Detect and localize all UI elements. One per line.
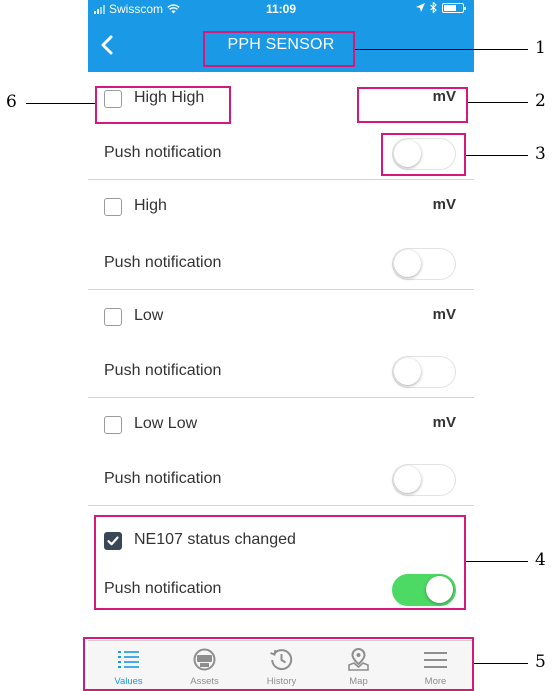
page-title: PPH SENSOR [227, 36, 335, 53]
tab-label: Map [349, 676, 368, 687]
threshold-label: High High [134, 89, 205, 106]
push-row: Push notification [88, 562, 474, 616]
push-notification-toggle[interactable] [392, 248, 456, 280]
sensor-icon [193, 648, 216, 671]
threshold-section-high: High mV Push notification [88, 180, 474, 290]
tab-label: Assets [190, 676, 219, 687]
callout-number-3: 3 [535, 144, 546, 164]
callout-number-5: 5 [535, 652, 546, 672]
leader-line-1 [355, 49, 528, 50]
tab-label: More [424, 676, 447, 687]
callout-number-6: 6 [6, 92, 17, 112]
checkmark-icon [107, 536, 119, 546]
threshold-section-low-low: Low Low mV Push notification [88, 398, 474, 506]
leader-line-4 [466, 561, 528, 562]
callout-number-2: 2 [535, 91, 546, 111]
tab-bar: Values Assets History Map More [88, 640, 474, 691]
nav-bar: PPH SENSOR [88, 18, 474, 72]
tab-label: Values [114, 676, 143, 687]
threshold-checkbox[interactable] [104, 90, 122, 108]
threshold-section-high-high: High High mV Push notification [88, 72, 474, 180]
threshold-checkbox[interactable] [104, 198, 122, 216]
location-arrow-icon [416, 3, 425, 12]
list-icon [118, 651, 139, 668]
push-notification-label: Push notification [104, 470, 222, 487]
phone-screen: Swisscom 11:09 PPH SENSOR High High mV P… [88, 0, 474, 691]
callout-number-1: 1 [535, 38, 546, 58]
push-notification-label: Push notification [104, 254, 222, 271]
threshold-row[interactable]: Low Low mV [88, 398, 474, 452]
status-change-checkbox[interactable] [104, 532, 122, 550]
push-notification-label: Push notification [104, 362, 222, 379]
push-notification-toggle[interactable] [392, 356, 456, 388]
push-notification-toggle[interactable] [392, 464, 456, 496]
threshold-row[interactable]: High mV [88, 180, 474, 234]
tab-more[interactable]: More [397, 641, 474, 691]
push-row: Push notification [88, 452, 474, 506]
status-bar: Swisscom 11:09 [88, 0, 474, 18]
status-icons [416, 2, 466, 13]
map-pin-icon [348, 647, 369, 671]
unit-label: mV [432, 88, 456, 105]
status-change-row[interactable]: NE107 status changed [88, 514, 474, 568]
push-notification-toggle[interactable] [392, 138, 456, 170]
push-notification-label: Push notification [104, 580, 222, 597]
threshold-row[interactable]: High High mV [88, 72, 474, 126]
tab-label: History [266, 676, 297, 687]
threshold-row[interactable]: Low mV [88, 290, 474, 344]
push-notification-label: Push notification [104, 144, 222, 161]
threshold-section-low: Low mV Push notification [88, 290, 474, 398]
tab-values[interactable]: Values [90, 641, 167, 691]
status-change-label: NE107 status changed [134, 531, 296, 548]
push-row: Push notification [88, 236, 474, 290]
bluetooth-icon [430, 2, 437, 13]
threshold-label: High [134, 197, 167, 214]
callout-number-4: 4 [535, 550, 546, 570]
menu-icon [424, 652, 447, 668]
push-row: Push notification [88, 344, 474, 398]
history-icon [270, 649, 293, 671]
leader-line-2 [468, 102, 528, 103]
threshold-checkbox[interactable] [104, 308, 122, 326]
tab-map[interactable]: Map [320, 641, 397, 691]
leader-line-3 [466, 155, 528, 156]
tab-history[interactable]: History [243, 641, 320, 691]
push-notification-toggle[interactable] [392, 574, 456, 606]
threshold-checkbox[interactable] [104, 416, 122, 434]
push-row: Push notification [88, 126, 474, 180]
unit-label: mV [432, 306, 456, 323]
unit-label: mV [432, 414, 456, 431]
leader-line-6 [26, 103, 95, 104]
tab-assets[interactable]: Assets [166, 641, 243, 691]
threshold-label: Low Low [134, 415, 198, 432]
battery-icon [442, 2, 466, 13]
threshold-label: Low [134, 307, 164, 324]
status-change-section: NE107 status changed Push notification [88, 506, 474, 626]
unit-label: mV [432, 196, 456, 213]
leader-line-5 [474, 663, 528, 664]
